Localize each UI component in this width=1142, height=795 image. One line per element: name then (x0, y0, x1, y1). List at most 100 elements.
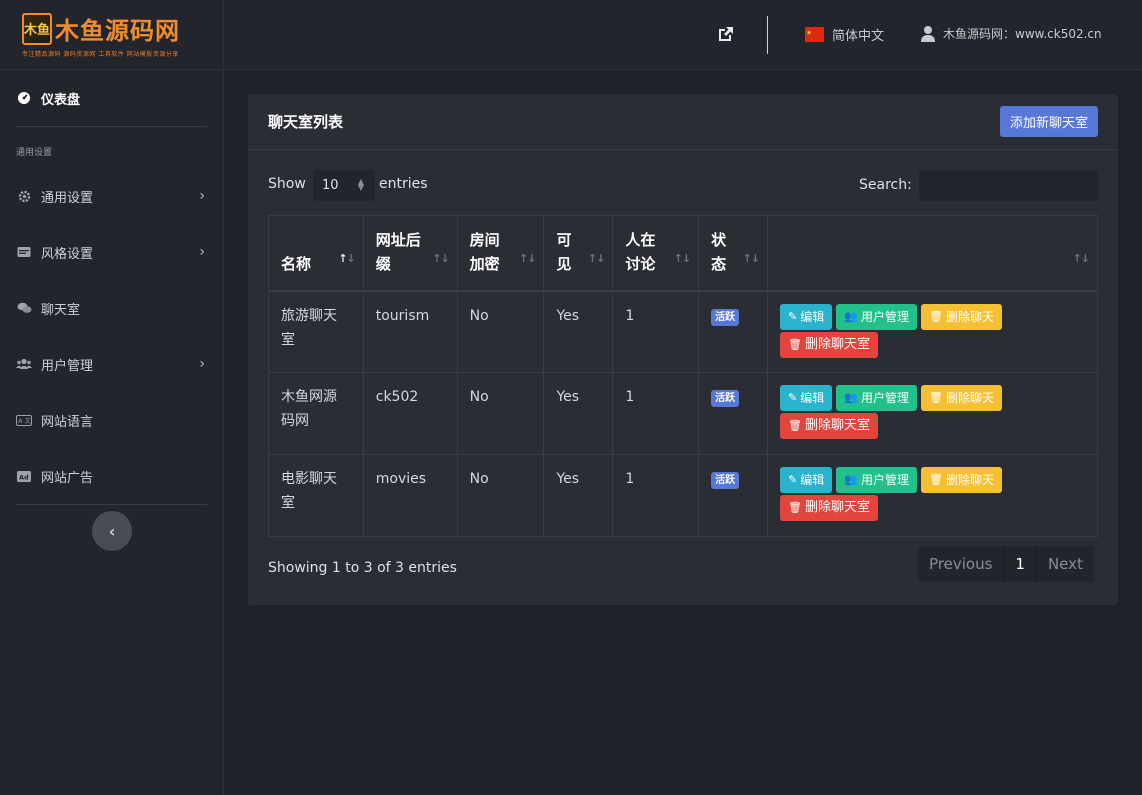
trash-icon: 🗑 (928, 473, 943, 486)
sort-icon: ↑↓ (673, 251, 691, 265)
user-management-button[interactable]: 👥 用户管理 (836, 303, 917, 330)
users-icon: 👥 (844, 473, 858, 486)
page-1-button[interactable]: 1 (1004, 546, 1037, 582)
delete-chatroom-button[interactable]: 🗑 删除聊天室 (780, 495, 878, 521)
button-label: 删除聊天 (945, 473, 994, 487)
cell-text: 码网 (281, 413, 309, 429)
sidebar-divider (16, 504, 207, 505)
sidebar-section-title: 通用设置 (16, 148, 53, 158)
user-management-button[interactable]: 👥 用户管理 (836, 385, 917, 411)
table-info: Showing 1 to 3 of 3 entries (268, 560, 457, 576)
entries-label: entries (379, 176, 428, 192)
logo-subtitle: 专注精品源码 源码资源网 工具软件 网站模板资源分享 (22, 51, 179, 58)
sidebar-item-general-settings[interactable]: 通用设置 › (0, 168, 223, 224)
column-header-line: 状 (711, 230, 727, 249)
sort-ascending-icon: ↑↓ (338, 251, 355, 265)
sidebar-item-chatroom[interactable]: 聊天室 (0, 280, 223, 336)
button-label: 删除聊天室 (804, 336, 870, 352)
sidebar-item-user-management[interactable]: 用户管理 › (0, 336, 223, 392)
page-title: 聊天室列表 (268, 113, 344, 131)
previous-page-button[interactable]: Previous (918, 546, 1005, 582)
search-label: Search: (859, 177, 912, 193)
sort-icon: ↑↓ (587, 251, 605, 265)
column-header-line: 加密 (469, 254, 500, 273)
table-row: 电影聊天室 movies No Yes 1 活跃 ✎ 编辑 👥 用户管理 🗑 删除聊天… (268, 454, 1098, 537)
delete-chat-button[interactable]: 🗑 删除聊天 (920, 467, 1002, 493)
svg-text:文: 文 (25, 417, 31, 425)
user-menu[interactable]: 木鱼源码网：www.ck502.cn (943, 25, 1102, 42)
search-input[interactable] (919, 170, 1098, 201)
dashboard-gauge-icon (16, 90, 32, 106)
cell-actions: ✎ 编辑 👥 用户管理 🗑 删除聊天 🗑 删除聊天室 (767, 372, 1098, 455)
cell-online: 1 (612, 454, 700, 537)
column-header-line: 名称 (281, 254, 312, 273)
china-flag-icon[interactable] (805, 27, 824, 42)
column-header-slug[interactable]: 网址后 缀 ↑↓ (362, 215, 458, 292)
add-chatroom-button[interactable]: 添加新聊天室 (999, 106, 1098, 137)
column-header-name[interactable]: 名称 ↑↓ (268, 215, 364, 292)
language-switcher[interactable]: 简体中文 (832, 25, 884, 44)
column-header-encrypted[interactable]: 房间 加密 ↑↓ (456, 215, 545, 292)
top-header: 简体中文 木鱼源码网：www.ck502.cn (224, 0, 1142, 70)
column-header-actions[interactable]: ↑↓ (767, 215, 1098, 292)
column-header-line: 缀 (375, 254, 391, 273)
column-header-online[interactable]: 人在 讨论 ↑↓ (612, 215, 700, 292)
table-header-row: 名称 ↑↓ 网址后 缀 ↑↓ 房间 加密 ↑↓ 可 见 ↑↓ 人在 讨论 ↑↓ … (268, 215, 1098, 292)
sidebar-item-style-settings[interactable]: 风格设置 › (0, 224, 223, 280)
table-row: 木鱼网源 码网 ck502 No Yes 1 活跃 ✎ 编辑 👥 用户管理 🗑 删除聊天… (268, 372, 1098, 455)
trash-icon: 🗑 (788, 501, 802, 514)
trash-icon: 🗑 (928, 391, 943, 404)
delete-chatroom-button[interactable]: 🗑 删除聊天室 (780, 413, 878, 439)
delete-chat-button[interactable]: 🗑 删除聊天 (920, 385, 1002, 411)
logo-text: 木鱼源码网 (55, 17, 180, 45)
delete-chat-button[interactable]: 🗑 删除聊天 (920, 303, 1002, 330)
entries-per-page-select[interactable]: 10 ▲ ▼ (313, 170, 375, 201)
column-header-visible[interactable]: 可 见 ↑↓ (543, 215, 614, 292)
language-icon: A文 (16, 412, 32, 428)
button-label: 用户管理 (860, 473, 909, 487)
delete-chatroom-button[interactable]: 🗑 删除聊天室 (780, 331, 878, 358)
cell-name: 旅游聊天室 (268, 290, 364, 373)
svg-text:Ad: Ad (19, 473, 29, 481)
sidebar-item-site-ads[interactable]: Ad 网站广告 (0, 448, 223, 504)
cell-visible: Yes (543, 454, 614, 537)
cell-slug: ck502 (362, 372, 458, 455)
trash-icon: 🗑 (788, 337, 802, 351)
users-icon: 👥 (844, 391, 858, 404)
palette-icon (16, 244, 32, 260)
select-arrows-icon: ▲ ▼ (357, 177, 364, 192)
chat-icon (16, 300, 32, 316)
edit-button[interactable]: ✎ 编辑 (780, 467, 833, 493)
edit-icon: ✎ (788, 391, 798, 404)
table-controls: Show 10 ▲ ▼ entries Search: (268, 170, 1098, 202)
cell-encrypted: No (456, 290, 545, 373)
button-label: 删除聊天 (945, 391, 994, 405)
user-management-button[interactable]: 👥 用户管理 (836, 467, 917, 493)
cell-visible: Yes (543, 372, 614, 455)
logo[interactable]: 木鱼 木鱼源码网 专注精品源码 源码资源网 工具软件 网站模板资源分享 (0, 0, 223, 70)
entries-value: 10 (322, 178, 339, 193)
sidebar-item-label: 风格设置 (41, 246, 94, 262)
cell-text: 电影聊天 (281, 471, 337, 487)
edit-button[interactable]: ✎ 编辑 (780, 385, 833, 411)
sidebar-collapse-button[interactable]: ‹ (92, 511, 132, 551)
users-icon: 👥 (844, 309, 858, 323)
sidebar-item-dashboard[interactable]: 仪表盘 (0, 70, 223, 126)
external-link-icon[interactable] (716, 24, 736, 44)
next-page-button[interactable]: Next (1037, 546, 1094, 582)
cell-text: 旅游聊天 (281, 307, 337, 324)
column-header-status[interactable]: 状 态 ↑↓ (698, 215, 769, 292)
sidebar-item-label: 仪表盘 (41, 92, 81, 108)
column-header-line: 讨论 (625, 254, 656, 273)
pagination: Previous 1 Next (918, 546, 1094, 582)
gear-icon (16, 188, 32, 204)
user-icon (920, 25, 936, 42)
show-label: Show (268, 176, 306, 192)
trash-icon: 🗑 (928, 309, 943, 323)
cell-name: 电影聊天室 (268, 454, 364, 537)
edit-button[interactable]: ✎ 编辑 (780, 303, 833, 330)
sidebar-item-site-language[interactable]: A文 网站语言 (0, 392, 223, 448)
cell-slug: movies (362, 454, 458, 537)
column-header-line: 网址后 (375, 230, 421, 249)
cell-actions: ✎ 编辑 👥 用户管理 🗑 删除聊天 🗑 删除聊天室 (767, 290, 1098, 373)
